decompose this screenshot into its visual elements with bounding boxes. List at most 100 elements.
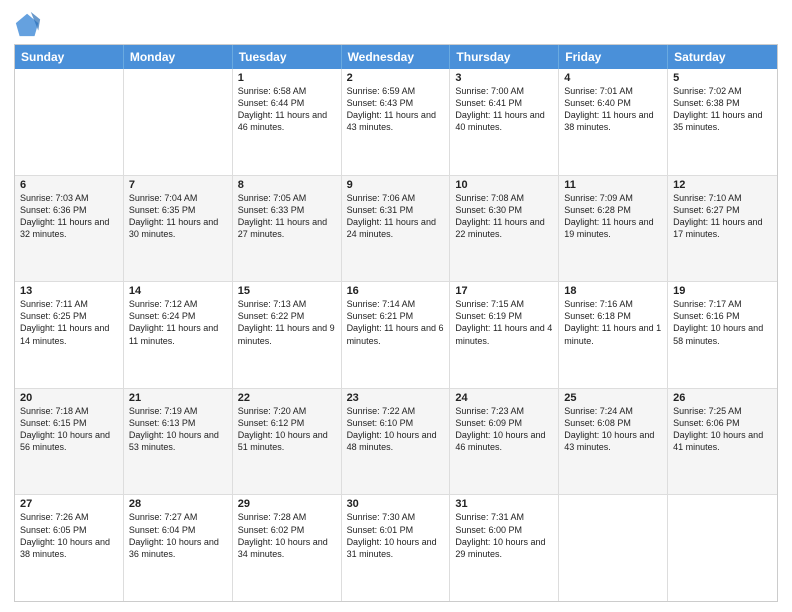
cell-sun-info: Sunrise: 7:15 AMSunset: 6:19 PMDaylight:… [455, 299, 552, 345]
cell-sun-info: Sunrise: 7:23 AMSunset: 6:09 PMDaylight:… [455, 406, 545, 452]
calendar-cell: 29Sunrise: 7:28 AMSunset: 6:02 PMDayligh… [233, 495, 342, 601]
calendar-row-3: 13 Sunrise: 7:11 AMSunset: 6:25 PMDayligh… [15, 282, 777, 389]
calendar-cell: 27Sunrise: 7:26 AMSunset: 6:05 PMDayligh… [15, 495, 124, 601]
calendar-cell: 23 Sunrise: 7:22 AMSunset: 6:10 PMDayligh… [342, 389, 451, 495]
day-number: 25 [564, 392, 662, 404]
day-number: 31 [455, 498, 553, 510]
cell-sun-info: Sunrise: 7:28 AMSunset: 6:02 PMDaylight:… [238, 512, 328, 558]
cell-sun-info: Sunrise: 7:16 AMSunset: 6:18 PMDaylight:… [564, 299, 661, 345]
calendar-cell: 3 Sunrise: 7:00 AMSunset: 6:41 PMDaylight… [450, 69, 559, 175]
cell-sun-info: Sunrise: 7:14 AMSunset: 6:21 PMDaylight:… [347, 299, 444, 345]
calendar-cell: 12 Sunrise: 7:10 AMSunset: 6:27 PMDayligh… [668, 176, 777, 282]
cell-sun-info: Sunrise: 7:20 AMSunset: 6:12 PMDaylight:… [238, 406, 328, 452]
calendar-cell: 16 Sunrise: 7:14 AMSunset: 6:21 PMDayligh… [342, 282, 451, 388]
day-number: 8 [238, 179, 336, 191]
calendar-cell: 10 Sunrise: 7:08 AMSunset: 6:30 PMDayligh… [450, 176, 559, 282]
cell-sun-info: Sunrise: 7:27 AMSunset: 6:04 PMDaylight:… [129, 512, 219, 558]
cell-sun-info: Sunrise: 7:04 AMSunset: 6:35 PMDaylight:… [129, 193, 218, 239]
calendar-cell: 8 Sunrise: 7:05 AMSunset: 6:33 PMDaylight… [233, 176, 342, 282]
calendar-cell: 14 Sunrise: 7:12 AMSunset: 6:24 PMDayligh… [124, 282, 233, 388]
day-number: 14 [129, 285, 227, 297]
cell-sun-info: Sunrise: 7:11 AMSunset: 6:25 PMDaylight:… [20, 299, 109, 345]
calendar-cell: 5Sunrise: 7:02 AMSunset: 6:38 PMDaylight… [668, 69, 777, 175]
calendar: SundayMondayTuesdayWednesdayThursdayFrid… [14, 44, 778, 602]
calendar-row-5: 27Sunrise: 7:26 AMSunset: 6:05 PMDayligh… [15, 495, 777, 601]
calendar-cell: 2Sunrise: 6:59 AMSunset: 6:43 PMDaylight… [342, 69, 451, 175]
calendar-cell: 20 Sunrise: 7:18 AMSunset: 6:15 PMDayligh… [15, 389, 124, 495]
header-day-sunday: Sunday [15, 45, 124, 69]
day-number: 20 [20, 392, 118, 404]
day-number: 13 [20, 285, 118, 297]
cell-sun-info: Sunrise: 7:19 AMSunset: 6:13 PMDaylight:… [129, 406, 219, 452]
cell-sun-info: Sunrise: 6:58 AMSunset: 6:44 PMDaylight:… [238, 86, 327, 132]
day-number: 2 [347, 72, 445, 84]
cell-sun-info: Sunrise: 7:08 AMSunset: 6:30 PMDaylight:… [455, 193, 544, 239]
header-day-saturday: Saturday [668, 45, 777, 69]
calendar-cell [668, 495, 777, 601]
cell-sun-info: Sunrise: 7:17 AMSunset: 6:16 PMDaylight:… [673, 299, 763, 345]
cell-sun-info: Sunrise: 7:31 AMSunset: 6:00 PMDaylight:… [455, 512, 545, 558]
day-number: 19 [673, 285, 772, 297]
cell-sun-info: Sunrise: 7:00 AMSunset: 6:41 PMDaylight:… [455, 86, 544, 132]
day-number: 30 [347, 498, 445, 510]
day-number: 27 [20, 498, 118, 510]
calendar-cell [15, 69, 124, 175]
day-number: 18 [564, 285, 662, 297]
day-number: 23 [347, 392, 445, 404]
calendar-cell [559, 495, 668, 601]
calendar-cell: 30 Sunrise: 7:30 AMSunset: 6:01 PMDayligh… [342, 495, 451, 601]
cell-sun-info: Sunrise: 7:10 AMSunset: 6:27 PMDaylight:… [673, 193, 762, 239]
day-number: 12 [673, 179, 772, 191]
day-number: 10 [455, 179, 553, 191]
calendar-cell: 21 Sunrise: 7:19 AMSunset: 6:13 PMDayligh… [124, 389, 233, 495]
logo-icon [14, 10, 42, 38]
cell-sun-info: Sunrise: 7:03 AMSunset: 6:36 PMDaylight:… [20, 193, 109, 239]
cell-sun-info: Sunrise: 7:22 AMSunset: 6:10 PMDaylight:… [347, 406, 437, 452]
cell-sun-info: Sunrise: 7:12 AMSunset: 6:24 PMDaylight:… [129, 299, 218, 345]
calendar-cell: 13 Sunrise: 7:11 AMSunset: 6:25 PMDayligh… [15, 282, 124, 388]
header-day-monday: Monday [124, 45, 233, 69]
cell-sun-info: Sunrise: 7:06 AMSunset: 6:31 PMDaylight:… [347, 193, 436, 239]
calendar-cell: 1 Sunrise: 6:58 AMSunset: 6:44 PMDaylight… [233, 69, 342, 175]
day-number: 7 [129, 179, 227, 191]
calendar-cell: 4 Sunrise: 7:01 AMSunset: 6:40 PMDaylight… [559, 69, 668, 175]
calendar-cell: 26 Sunrise: 7:25 AMSunset: 6:06 PMDayligh… [668, 389, 777, 495]
calendar-cell: 6Sunrise: 7:03 AMSunset: 6:36 PMDaylight… [15, 176, 124, 282]
calendar-row-2: 6Sunrise: 7:03 AMSunset: 6:36 PMDaylight… [15, 176, 777, 283]
calendar-cell: 9 Sunrise: 7:06 AMSunset: 6:31 PMDaylight… [342, 176, 451, 282]
calendar-cell [124, 69, 233, 175]
cell-sun-info: Sunrise: 7:30 AMSunset: 6:01 PMDaylight:… [347, 512, 437, 558]
cell-sun-info: Sunrise: 7:18 AMSunset: 6:15 PMDaylight:… [20, 406, 110, 452]
header-day-tuesday: Tuesday [233, 45, 342, 69]
day-number: 24 [455, 392, 553, 404]
cell-sun-info: Sunrise: 7:25 AMSunset: 6:06 PMDaylight:… [673, 406, 763, 452]
calendar-cell: 18 Sunrise: 7:16 AMSunset: 6:18 PMDayligh… [559, 282, 668, 388]
logo [14, 10, 44, 38]
day-number: 9 [347, 179, 445, 191]
day-number: 4 [564, 72, 662, 84]
day-number: 11 [564, 179, 662, 191]
header [14, 10, 778, 38]
header-day-friday: Friday [559, 45, 668, 69]
cell-sun-info: Sunrise: 7:01 AMSunset: 6:40 PMDaylight:… [564, 86, 653, 132]
day-number: 16 [347, 285, 445, 297]
calendar-row-1: 1 Sunrise: 6:58 AMSunset: 6:44 PMDaylight… [15, 69, 777, 176]
day-number: 15 [238, 285, 336, 297]
day-number: 26 [673, 392, 772, 404]
calendar-cell: 7 Sunrise: 7:04 AMSunset: 6:35 PMDaylight… [124, 176, 233, 282]
calendar-cell: 25Sunrise: 7:24 AMSunset: 6:08 PMDayligh… [559, 389, 668, 495]
header-day-thursday: Thursday [450, 45, 559, 69]
calendar-cell: 15 Sunrise: 7:13 AMSunset: 6:22 PMDayligh… [233, 282, 342, 388]
calendar-cell: 22 Sunrise: 7:20 AMSunset: 6:12 PMDayligh… [233, 389, 342, 495]
cell-sun-info: Sunrise: 7:13 AMSunset: 6:22 PMDaylight:… [238, 299, 335, 345]
cell-sun-info: Sunrise: 7:05 AMSunset: 6:33 PMDaylight:… [238, 193, 327, 239]
calendar-cell: 17Sunrise: 7:15 AMSunset: 6:19 PMDayligh… [450, 282, 559, 388]
calendar-cell: 24 Sunrise: 7:23 AMSunset: 6:09 PMDayligh… [450, 389, 559, 495]
day-number: 22 [238, 392, 336, 404]
day-number: 3 [455, 72, 553, 84]
day-number: 21 [129, 392, 227, 404]
calendar-cell: 31 Sunrise: 7:31 AMSunset: 6:00 PMDayligh… [450, 495, 559, 601]
day-number: 1 [238, 72, 336, 84]
calendar-cell: 11Sunrise: 7:09 AMSunset: 6:28 PMDayligh… [559, 176, 668, 282]
calendar-cell: 28Sunrise: 7:27 AMSunset: 6:04 PMDayligh… [124, 495, 233, 601]
